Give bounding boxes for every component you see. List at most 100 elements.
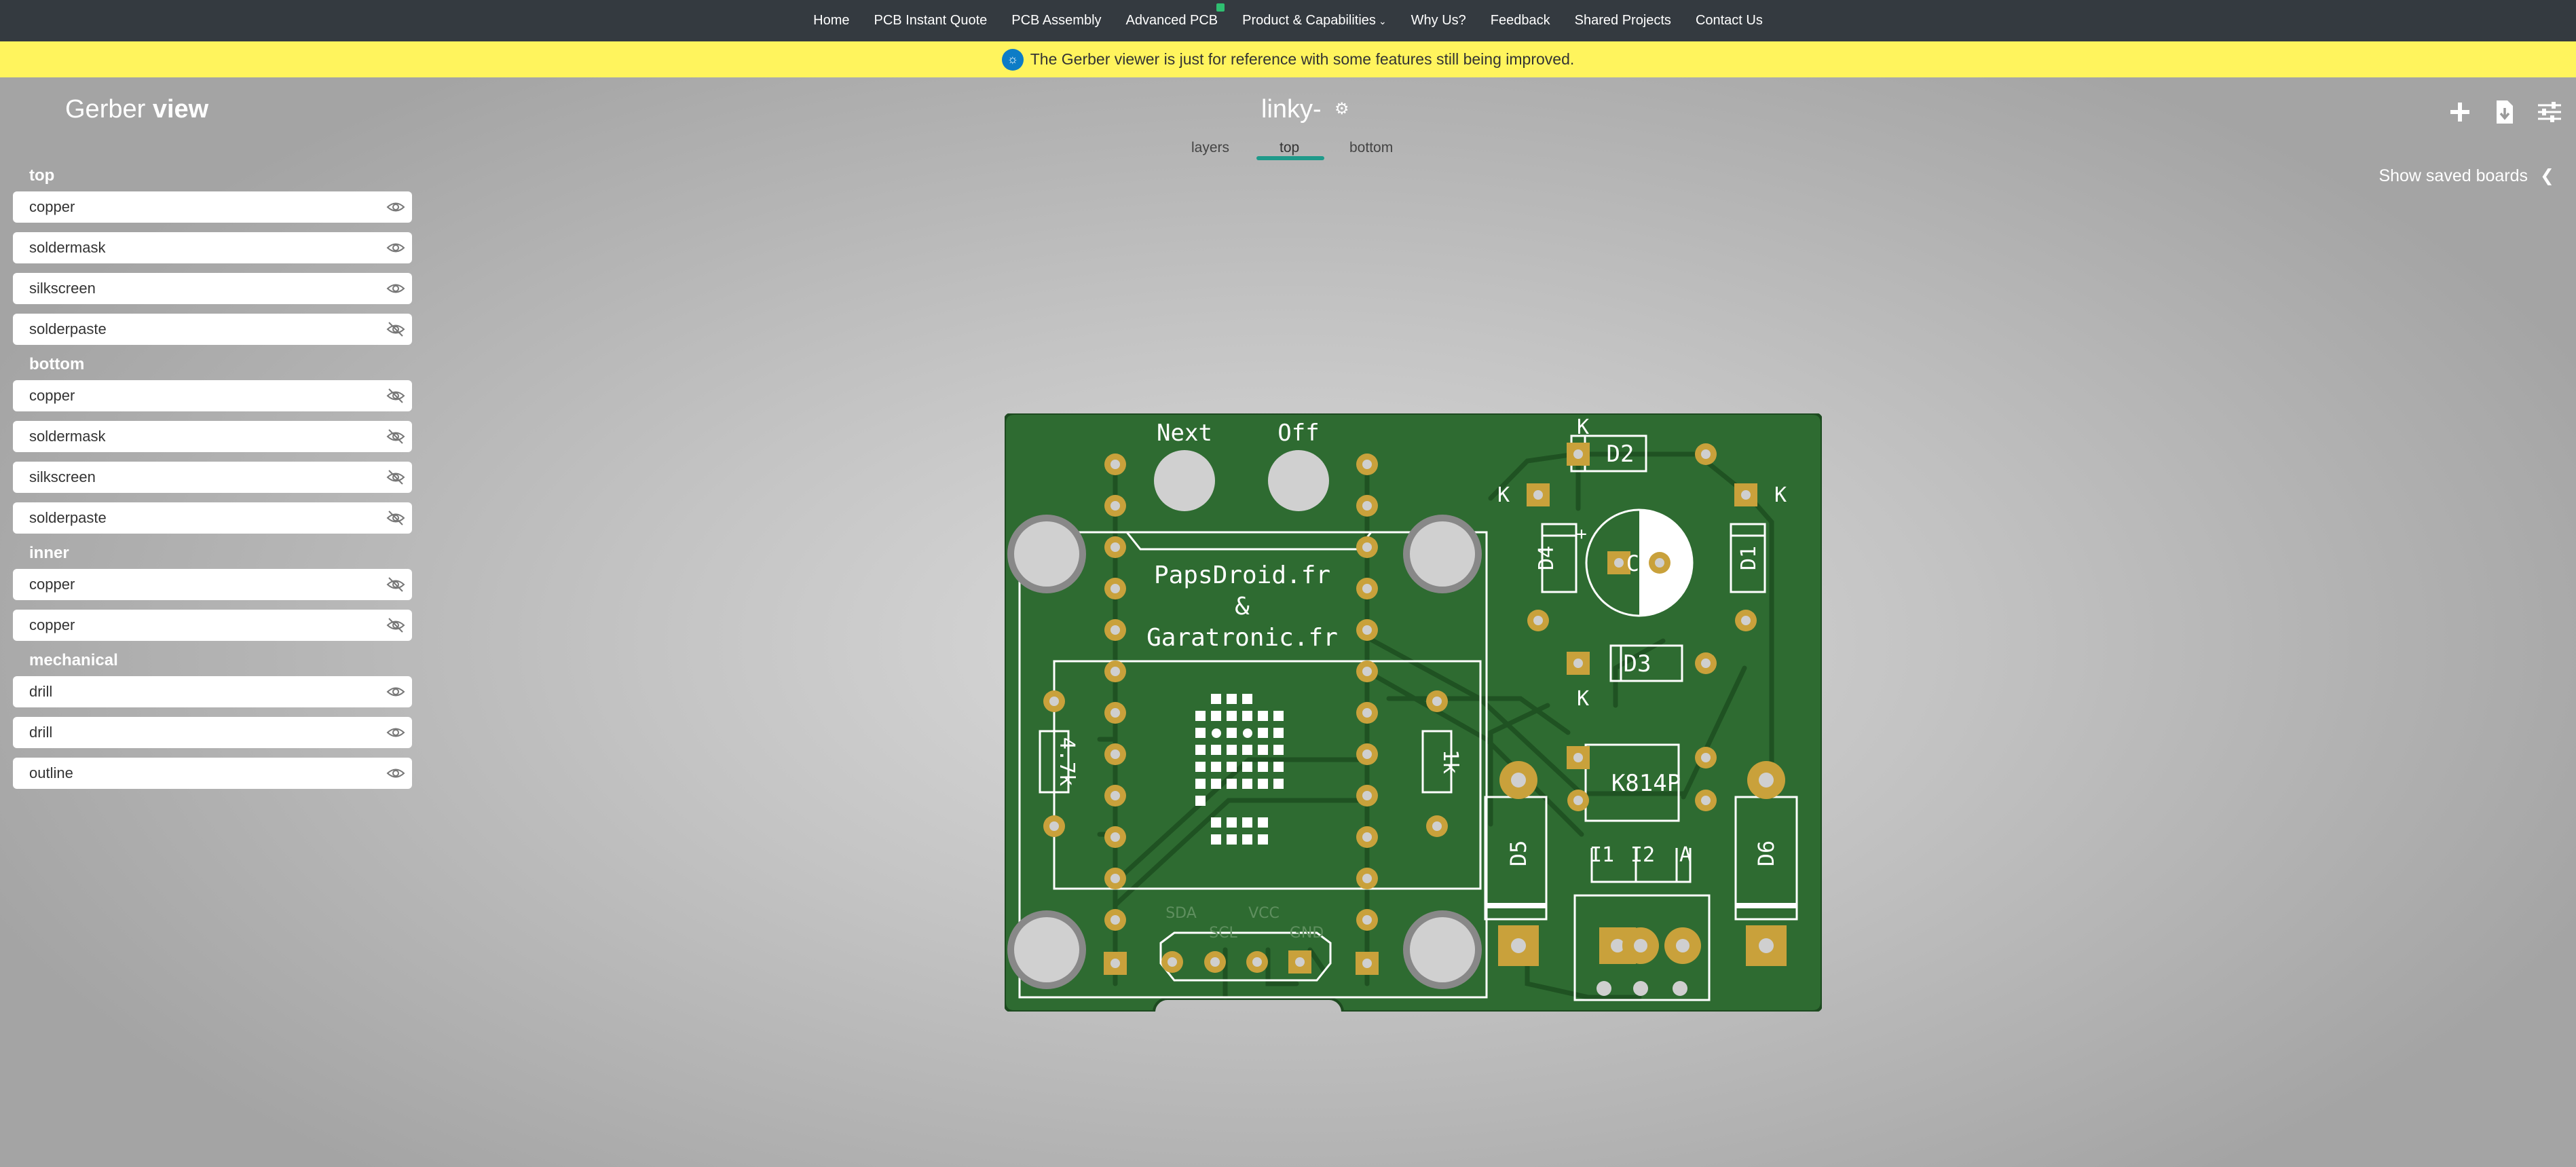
nav-home[interactable]: Home (813, 13, 849, 29)
silk-i2: I2 (1630, 843, 1655, 867)
silk-d5: D5 (1506, 840, 1531, 867)
layer-row[interactable]: soldermask (13, 421, 412, 452)
layer-group-title: top (29, 166, 55, 185)
silk-d3: D3 (1624, 650, 1651, 678)
layer-label: solderpaste (29, 509, 107, 526)
nav-contact-us[interactable]: Contact Us (1696, 13, 1763, 29)
silk-next: Next (1157, 420, 1212, 447)
header-actions (2428, 99, 2562, 125)
silk-vcc: VCC (1248, 905, 1280, 922)
layer-group-title: bottom (29, 355, 85, 373)
lightbulb-icon: ☼ (1001, 48, 1024, 71)
eye-icon[interactable] (386, 240, 405, 256)
top-nav: Home PCB Instant Quote PCB Assembly Adva… (0, 0, 2576, 41)
silk-r1: 4.7k (1055, 737, 1079, 786)
silk-off: Off (1277, 420, 1319, 447)
layer-row[interactable]: silkscreen (13, 273, 412, 304)
chevron-left-icon: ❮ (2540, 166, 2554, 185)
silk-a: A (1679, 843, 1692, 867)
eye-icon[interactable] (386, 684, 405, 700)
eye-icon[interactable] (386, 765, 405, 781)
tab-bottom[interactable]: bottom (1349, 140, 1393, 156)
silk-d4: D4 (1535, 546, 1558, 570)
layer-group-title: inner (29, 544, 69, 562)
eye-off-icon[interactable] (386, 321, 405, 337)
layer-group-title: mechanical (29, 651, 118, 669)
layer-row[interactable]: drill (13, 717, 412, 748)
eye-off-icon[interactable] (386, 617, 405, 633)
tab-top[interactable]: top (1280, 140, 1299, 156)
pcb-render[interactable]: Next Off PapsDroid.fr & Garatronic.fr 4.… (1005, 413, 1822, 1012)
silk-k4: K (1577, 687, 1589, 711)
layer-row[interactable]: copper (13, 569, 412, 600)
layer-row[interactable]: copper (13, 380, 412, 411)
nav-advanced-pcb-label: Advanced PCB (1125, 13, 1218, 28)
layer-row[interactable]: silkscreen (13, 462, 412, 493)
board-name: linky- (1261, 95, 1322, 124)
silk-k3: K (1774, 483, 1787, 507)
layer-row[interactable]: solderpaste (13, 314, 412, 345)
silk-plus: + (1576, 524, 1587, 544)
layer-row[interactable]: outline (13, 758, 412, 789)
notice-banner: ☼ The Gerber viewer is just for referenc… (0, 41, 2576, 77)
layer-label: silkscreen (29, 468, 96, 485)
silk-r2: 1k (1438, 749, 1462, 774)
layer-label: copper (29, 387, 75, 404)
layer-label: outline (29, 764, 73, 781)
gear-icon[interactable]: ⚙ (1334, 99, 1349, 119)
nav-feedback[interactable]: Feedback (1491, 13, 1550, 29)
layer-label: copper (29, 576, 75, 593)
tab-layers[interactable]: layers (1191, 140, 1229, 156)
nav-pcb-instant-quote[interactable]: PCB Instant Quote (874, 13, 987, 29)
layer-label: soldermask (29, 239, 106, 256)
plus-icon[interactable] (2447, 99, 2473, 125)
saved-boards-label: Show saved boards (2378, 166, 2528, 185)
nav-product-capabilities[interactable]: Product & Capabilities ⌄ (1242, 13, 1387, 29)
new-badge (1216, 3, 1225, 12)
active-tab-indicator (1256, 156, 1324, 160)
nav-pcb-assembly[interactable]: PCB Assembly (1011, 13, 1101, 29)
download-file-icon[interactable] (2492, 99, 2518, 125)
silk-d1: D1 (1737, 546, 1761, 570)
silk-d2: D2 (1607, 441, 1635, 468)
layer-row[interactable]: soldermask (13, 232, 412, 263)
layer-label: copper (29, 198, 75, 215)
layer-panel: top copper soldermask silkscreen solderp… (13, 166, 412, 798)
eye-off-icon[interactable] (386, 388, 405, 404)
nav-product-label: Product & Capabilities (1242, 13, 1376, 28)
layer-label: drill (29, 724, 53, 741)
nav-shared-projects[interactable]: Shared Projects (1575, 13, 1671, 29)
show-saved-boards-toggle[interactable]: Show saved boards ❮ (2378, 166, 2554, 186)
chevron-down-icon: ⌄ (1378, 16, 1387, 26)
layer-label: silkscreen (29, 280, 96, 297)
layer-row[interactable]: drill (13, 676, 412, 707)
notice-text: The Gerber viewer is just for reference … (1030, 50, 1575, 68)
silk-line3: Garatronic.fr (1146, 624, 1338, 652)
layer-row[interactable]: copper (13, 610, 412, 641)
eye-icon[interactable] (386, 280, 405, 297)
eye-icon[interactable] (386, 199, 405, 215)
eye-off-icon[interactable] (386, 469, 405, 485)
layer-row[interactable]: solderpaste (13, 502, 412, 534)
silk-scl: SCL (1209, 925, 1237, 942)
eye-off-icon[interactable] (386, 428, 405, 445)
layer-label: copper (29, 616, 75, 633)
app-title-light: Gerber (65, 95, 153, 124)
eye-off-icon[interactable] (386, 576, 405, 593)
pcb-board (1005, 413, 1822, 1012)
sliders-icon[interactable] (2537, 99, 2562, 125)
silk-ic: K814P (1611, 770, 1681, 797)
silk-i1: I1 (1590, 843, 1614, 867)
nav-why-us[interactable]: Why Us? (1411, 13, 1466, 29)
view-tabs: layers top bottom (1181, 140, 1412, 167)
eye-off-icon[interactable] (386, 510, 405, 526)
silk-line2: & (1235, 593, 1250, 620)
eye-icon[interactable] (386, 724, 405, 741)
nav-advanced-pcb[interactable]: Advanced PCB (1125, 3, 1225, 29)
silk-d6: D6 (1753, 840, 1779, 867)
silk-k1: K (1577, 415, 1589, 439)
layer-row[interactable]: copper (13, 191, 412, 223)
layer-label: solderpaste (29, 320, 107, 337)
silk-line1: PapsDroid.fr (1154, 561, 1330, 589)
app-title-bold: view (152, 95, 209, 124)
